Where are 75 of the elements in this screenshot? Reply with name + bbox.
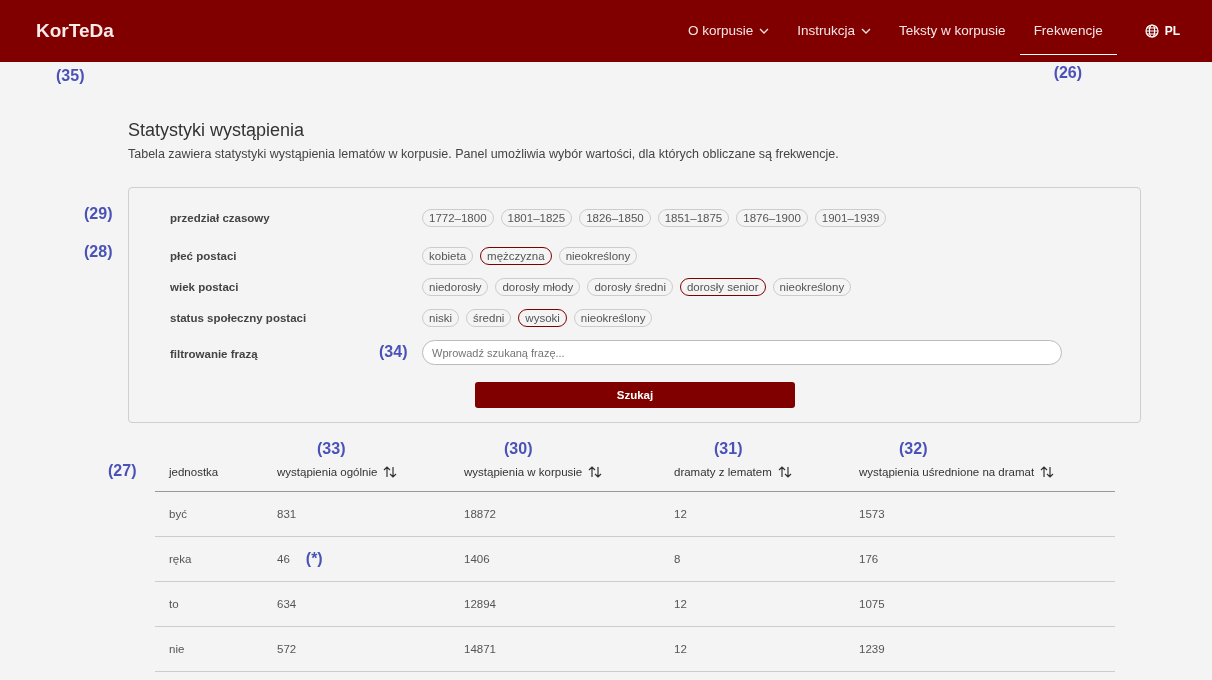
annotation-label: (29) [84,205,113,223]
table-cell: nie [169,643,185,655]
filter-chip[interactable]: 1772–1800 [422,208,494,227]
filter-chip[interactable]: niedorosły [422,277,489,296]
annotation-label: (34) [379,343,408,361]
annotation-label: (31) [714,440,743,458]
column-header: wystąpienia ogólnie [277,466,378,478]
table-cell: 176 [859,553,879,565]
annotation-label: (32) [899,440,928,458]
filter-label: status społeczny postaci [170,311,308,324]
filter-label: filtrowanie frazą [170,347,258,360]
annotation-label: (27) [108,462,137,480]
filter-chip[interactable]: 1851–1875 [657,208,730,227]
table-cell: 1075 [859,598,885,610]
table-cell: 831 [277,508,297,520]
filter-chip[interactable]: 1826–1850 [579,208,651,227]
filter-chip[interactable]: nieokreślony [558,246,638,265]
page-title: Statystyki wystąpienia [128,120,306,141]
filter-chip[interactable]: 1801–1825 [500,208,573,227]
column-header: jednostka [169,466,219,478]
table-cell: 8 [674,553,681,565]
table-cell: 12894 [464,598,496,610]
site-logo[interactable]: KorTeDa [36,20,114,42]
sort-icon[interactable] [777,466,792,478]
chevron-down-icon [759,27,770,34]
nav-link[interactable]: O korpusie [674,7,784,55]
annotation-label: (28) [84,243,113,261]
table-cell: to [169,598,179,610]
filter-chip[interactable]: średni [466,308,512,327]
table-cell: 634 [277,598,297,610]
language-link[interactable]: PL [1144,24,1180,38]
table-cell: 18872 [464,508,496,520]
annotation-label: (35) [56,67,85,84]
table-cell: 572 [277,643,297,655]
filter-chip[interactable]: 1901–1939 [814,208,887,227]
table-cell: być [169,508,187,520]
filter-chip[interactable]: kobieta [422,246,474,265]
column-header: wystąpienia uśrednione na dramat [859,466,1035,478]
filter-chip[interactable]: 1876–1900 [736,208,808,227]
annotation-label: (30) [504,440,533,458]
sort-icon[interactable] [1040,466,1055,478]
filter-chip[interactable]: niski [422,308,459,327]
filter-chip[interactable]: wysoki [518,308,567,327]
sort-icon[interactable] [588,466,603,478]
column-header: dramaty z lematem [674,466,772,478]
table-cell: 46 [277,553,290,565]
table-cell: 14871 [464,643,496,655]
filter-chip[interactable]: nieokreślony [573,308,653,327]
filter-label: przedział czasowy [170,211,271,224]
chevron-down-icon [861,27,872,34]
filter-chip[interactable]: mężczyzna [480,246,552,265]
filter-label: płeć postaci [170,249,238,262]
sort-icon[interactable] [383,466,398,478]
filter-chip[interactable]: dorosły młody [495,277,581,296]
table-cell: 12 [674,643,687,655]
table-cell: ręka [169,553,192,565]
filter-label: wiek postaci [170,280,240,293]
page-description: Tabela zawiera statystyki wystąpienia lematów w korpusie. Panel umożliwia wybór wartości, dla których obliczane są frekwencje. [128,147,840,161]
annotation-label: (*) [305,550,323,568]
table-cell: 12 [674,508,687,520]
annotation-label: (26) [1053,63,1083,82]
table-cell: 1573 [859,508,885,520]
column-header: wystąpienia w korpusie [464,466,583,478]
nav-link[interactable]: Teksty w korpusie [885,7,1020,55]
nav-link[interactable]: Instrukcja [783,7,886,55]
search-button[interactable]: Szukaj [475,382,795,408]
filter-chip[interactable]: nieokreślony [772,277,852,296]
filter-chip[interactable]: dorosły średni [587,277,673,296]
search-field[interactable]: Wprowadź szukaną frazę... [422,340,1062,365]
table-cell: 1239 [859,643,885,655]
annotation-label: (33) [317,440,346,458]
table-cell: 1406 [464,553,490,565]
filter-chip[interactable]: dorosły senior [679,277,766,296]
globe-icon [1144,24,1159,38]
table-cell: 12 [674,598,687,610]
